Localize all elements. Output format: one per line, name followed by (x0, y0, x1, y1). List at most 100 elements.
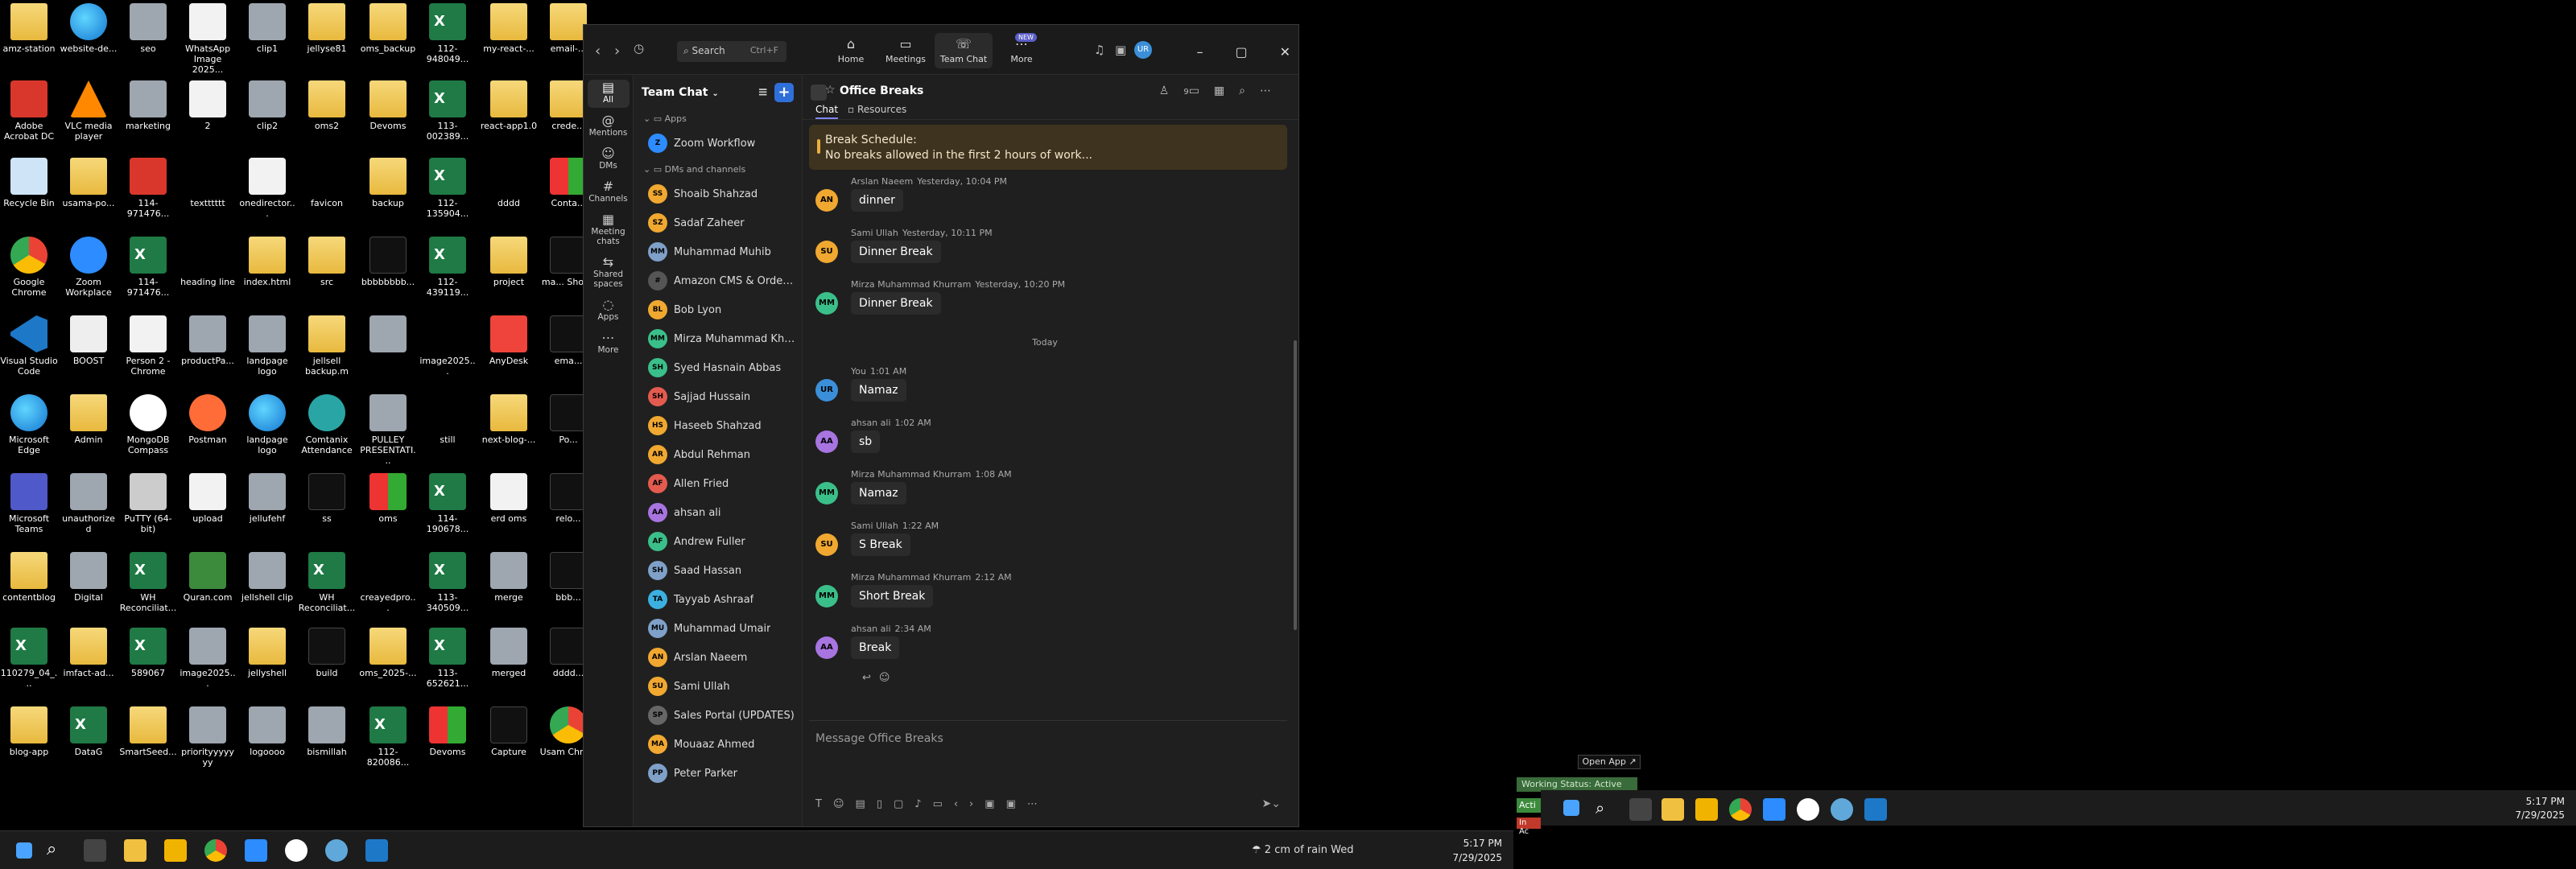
desktop-icon[interactable]: 110279_04_... (0, 628, 58, 689)
chat-list-item[interactable]: SH Saad Hassan (634, 556, 802, 585)
avatar[interactable]: AA (815, 636, 838, 659)
desktop-icon[interactable]: priorityyyyyyy (179, 706, 237, 768)
desktop-icon[interactable]: contentblog (0, 552, 58, 603)
screenshot-icon[interactable]: ▢ (894, 798, 914, 810)
message-bubble[interactable]: dinner (851, 189, 903, 212)
desktop-icon[interactable]: still (419, 394, 477, 445)
chat-list-item[interactable]: TA Tayyab Ashraaf (634, 585, 802, 614)
desktop-icon[interactable]: Postman (179, 394, 237, 445)
desktop-icon[interactable]: Google Chrome (0, 237, 58, 298)
system-tray-2[interactable]: 5:17 PM 7/29/2025 (2515, 795, 2565, 822)
chat-list-item[interactable]: MU Muhammad Umair (634, 614, 802, 643)
compose-input[interactable]: Message Office Breaks (815, 732, 943, 745)
appbar-item-more[interactable]: ⋯ More (588, 330, 630, 358)
user-avatar[interactable]: UR (1134, 41, 1152, 59)
desktop-icon[interactable]: Admin (60, 394, 118, 445)
app-icon[interactable] (1797, 798, 1819, 821)
maximize-icon[interactable]: ▢ (1235, 44, 1247, 60)
message-bubble[interactable]: Break (851, 636, 900, 659)
nav-tab-meetings[interactable]: ▭ Meetings (877, 36, 935, 64)
chat-list-item[interactable]: SH Syed Hasnain Abbas (634, 353, 802, 382)
message-bubble[interactable]: Dinner Break (851, 292, 941, 315)
desktop-icon[interactable]: jellyse81 (298, 3, 356, 54)
desktop-icon[interactable]: oms2 (298, 80, 356, 131)
app-icon[interactable] (285, 839, 308, 862)
appbar-item-meeting-chats[interactable]: ▦ Meeting chats (588, 212, 630, 249)
search-icon[interactable]: ⌕ (1239, 84, 1260, 97)
desktop-icon[interactable]: 114-971476... (119, 237, 177, 298)
desktop-icon[interactable]: Microsoft Teams (0, 473, 58, 534)
pinned-banner[interactable]: Break Schedule: No breaks allowed in the… (809, 125, 1287, 170)
desktop-icon[interactable]: Quran.com (179, 552, 237, 603)
desktop-icon[interactable]: WH Reconciliat... (119, 552, 177, 613)
desktop-icon[interactable]: BOOST (60, 315, 118, 366)
desktop-icon[interactable]: upload (179, 473, 237, 524)
vscode-icon[interactable] (1864, 798, 1887, 821)
desktop-icon[interactable]: backup (359, 158, 417, 208)
message-bubble[interactable]: Dinner Break (851, 241, 941, 263)
desktop-icon[interactable]: image2025... (419, 315, 477, 377)
desktop-icon[interactable]: 114-971476... (119, 158, 177, 219)
chat-title[interactable]: Office Breaks (840, 84, 923, 97)
nav-tab-more[interactable]: ⋯ More NEW (993, 33, 1051, 64)
calendar-icon[interactable]: ▦ (1214, 84, 1239, 97)
desktop-icon[interactable]: Person 2 - Chrome (119, 315, 177, 377)
edge-icon[interactable] (1831, 798, 1853, 821)
task-view-icon[interactable] (1629, 798, 1652, 821)
avatar[interactable]: AA (815, 430, 838, 453)
appbar-item-shared-spaces[interactable]: ⇆ Shared spaces (588, 254, 630, 292)
open-app-button[interactable]: Open App ↗ (1578, 755, 1641, 769)
dms-section-header[interactable]: ⌄ ▭ DMs and channels (634, 158, 802, 179)
chrome-icon[interactable] (204, 839, 227, 862)
desktop-icon[interactable]: 112-948049... (419, 3, 477, 64)
desktop-icon[interactable]: Digital (60, 552, 118, 603)
edge-icon[interactable] (325, 839, 348, 862)
desktop-icon[interactable]: amz-station (0, 3, 58, 54)
message-bubble[interactable]: S Break (851, 533, 910, 556)
desktop-icon[interactable]: 113-652621... (419, 628, 477, 689)
file-explorer-icon[interactable] (1662, 798, 1684, 821)
desktop-icon[interactable]: Devoms (419, 706, 477, 757)
desktop-icon[interactable]: Zoom Workplace (60, 237, 118, 298)
chat-list-item[interactable]: Z Zoom Workflow (634, 129, 802, 158)
chat-list-item[interactable]: AF Andrew Fuller (634, 527, 802, 556)
desktop-icon[interactable]: blog-app (0, 706, 58, 757)
appbar-item-channels[interactable]: # Channels (588, 179, 630, 207)
app2-icon[interactable]: ▣ (1006, 798, 1027, 810)
desktop-icon[interactable]: oms_2025-... (359, 628, 417, 678)
desktop-icon[interactable]: Adobe Acrobat DC (0, 80, 58, 142)
video-icon[interactable]: ▭ (1189, 84, 1214, 97)
minimize-icon[interactable]: – (1196, 44, 1203, 60)
desktop-icon[interactable]: 589067 (119, 628, 177, 678)
appbar-item-mentions[interactable]: @ Mentions (588, 113, 630, 141)
more-icon[interactable]: ⋯ (1260, 84, 1286, 97)
avatar[interactable]: MM (815, 482, 838, 505)
desktop-icon[interactable]: Microsoft Edge (0, 394, 58, 455)
back-icon[interactable]: ‹ (595, 43, 601, 60)
chat-list-item[interactable]: SP Sales Portal (UPDATES) (634, 701, 802, 730)
desktop-icon[interactable]: PuTTY (64-bit) (119, 473, 177, 534)
avatar[interactable]: AN (815, 189, 838, 212)
desktop-icon[interactable]: Devoms (359, 80, 417, 131)
chat-list-item[interactable]: HS Haseeb Shahzad (634, 411, 802, 440)
desktop-icon[interactable]: bbbbbbbb... (359, 237, 417, 287)
task-view-icon[interactable] (84, 839, 106, 862)
desktop-icon[interactable]: oms_backup (359, 3, 417, 54)
appbar-item-dms[interactable]: ☺ DMs (588, 146, 630, 174)
gif-icon[interactable]: ▤ (856, 798, 877, 810)
desktop-icon[interactable]: src (298, 237, 356, 287)
desktop-icon[interactable]: 112-135904... (419, 158, 477, 219)
desktop-icon[interactable]: jellshell clip (238, 552, 296, 603)
system-tray[interactable]: 5:17 PM 7/29/2025 (1452, 836, 1502, 865)
chat-list-item[interactable]: AA ahsan ali (634, 498, 802, 527)
desktop-icon[interactable]: erd oms (480, 473, 538, 524)
chat-list-item[interactable]: # Amazon CMS & OrderA... (634, 266, 802, 295)
message-bubble[interactable]: Namaz (851, 482, 906, 505)
desktop-icon[interactable]: jellsell backup.m (298, 315, 356, 377)
desktop-icon[interactable]: 113-002389... (419, 80, 477, 142)
store-icon[interactable] (1695, 798, 1718, 821)
desktop-icon[interactable]: website-de... (60, 3, 118, 54)
desktop-icon[interactable]: 2 (179, 80, 237, 131)
members-icon[interactable]: ♙9 (1159, 84, 1189, 97)
desktop-icon[interactable]: bismillah (298, 706, 356, 757)
